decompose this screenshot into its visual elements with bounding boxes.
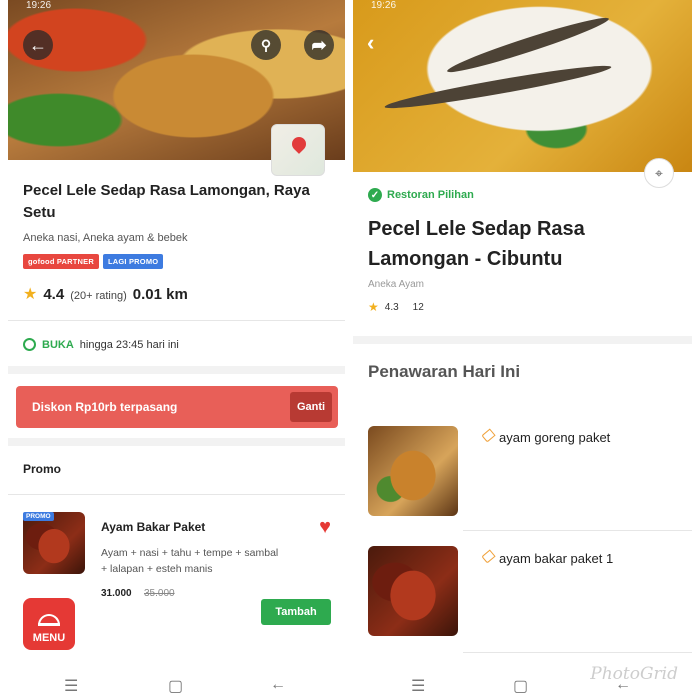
share-button[interactable]: ➦ bbox=[304, 30, 334, 60]
status-bar-time: 19:26 bbox=[26, 0, 52, 11]
screenshot-collage: 19:26 ← ⚲ ➦ Pecel Lele Sedap Rasa Lamong… bbox=[0, 0, 700, 700]
open-hours: hingga 23:45 hari ini bbox=[79, 338, 179, 351]
offer-item-name[interactable]: ayam goreng paket bbox=[499, 430, 610, 445]
badge-row: gofood PARTNER LAGI PROMO bbox=[23, 254, 164, 269]
discount-text: Diskon Rp10rb terpasang bbox=[32, 400, 178, 414]
rating-row: ★ 4.4 (20+ rating) 0.01 km bbox=[23, 284, 188, 304]
item-old-price: 35.000 bbox=[144, 588, 175, 599]
star-icon: ★ bbox=[23, 286, 38, 303]
back-chevron-icon[interactable]: ‹ bbox=[367, 30, 374, 56]
offer-item-name[interactable]: ayam bakar paket 1 bbox=[499, 551, 613, 566]
item-price: 31.000 bbox=[101, 588, 132, 599]
map-thumbnail[interactable] bbox=[271, 124, 325, 176]
back-nav-icon[interactable]: ← bbox=[270, 676, 286, 694]
recent-apps-icon[interactable]: ☰ bbox=[411, 676, 425, 696]
opening-hours-row: BUKA hingga 23:45 hari ini bbox=[23, 338, 179, 351]
section-divider bbox=[8, 366, 345, 374]
offers-section-title: Penawaran Hari Ini bbox=[368, 362, 521, 381]
promo-section-title: Promo bbox=[23, 462, 62, 476]
ayam-bakar-image[interactable] bbox=[368, 546, 458, 636]
rating-value: 4.3 bbox=[384, 301, 399, 313]
promo-badge: LAGI PROMO bbox=[102, 254, 164, 269]
ayam-bakar-image[interactable]: PROMO bbox=[23, 512, 85, 574]
chosen-label: Restoran Pilihan bbox=[387, 189, 474, 201]
photogrid-watermark: PhotoGrid bbox=[590, 664, 678, 684]
gofood-restaurant-screen: 19:26 ← ⚲ ➦ Pecel Lele Sedap Rasa Lamong… bbox=[8, 0, 345, 700]
share-icon: ➦ bbox=[311, 34, 327, 55]
clock-icon bbox=[23, 338, 36, 351]
distance: 0.01 km bbox=[132, 286, 188, 303]
restaurant-title: Pecel Lele Sedap Rasa Lamongan - Cibuntu bbox=[368, 218, 585, 270]
divider bbox=[463, 530, 692, 531]
heart-icon[interactable]: ♥ bbox=[319, 517, 331, 537]
discount-banner: Diskon Rp10rb terpasang Ganti bbox=[16, 386, 338, 428]
status-bar-time: 19:26 bbox=[371, 0, 397, 11]
restaurant-hero-image bbox=[353, 0, 692, 172]
menu-button[interactable]: MENU bbox=[23, 598, 75, 650]
gofood-partner-badge: gofood PARTNER bbox=[23, 254, 99, 269]
grabfood-restaurant-screen: 19:26 ‹ ⌖ ✓ Restoran Pilihan Pecel Lele … bbox=[353, 0, 692, 700]
tag-icon bbox=[481, 428, 496, 443]
android-nav-bar: ☰ ▢ ← bbox=[8, 668, 345, 700]
divider bbox=[8, 494, 345, 495]
item-name[interactable]: Ayam Bakar Paket bbox=[101, 520, 205, 534]
section-divider bbox=[353, 336, 692, 344]
cloche-icon bbox=[38, 614, 60, 626]
item-description: Ayam + nasi + tahu + tempe + sambal + la… bbox=[101, 547, 279, 575]
back-arrow-icon: ← bbox=[29, 34, 47, 55]
rating-count: (20+ rating) bbox=[70, 290, 127, 302]
divider bbox=[463, 652, 692, 653]
section-divider bbox=[8, 438, 345, 446]
chosen-restaurant-row: ✓ Restoran Pilihan bbox=[368, 188, 474, 202]
divider bbox=[8, 320, 345, 321]
search-icon: ⚲ bbox=[260, 36, 272, 53]
open-status: BUKA bbox=[42, 338, 74, 351]
rating-value: 4.4 bbox=[43, 286, 65, 303]
fish-shape bbox=[383, 60, 613, 114]
add-item-button[interactable]: Tambah bbox=[261, 599, 331, 625]
restaurant-cuisine: Aneka Ayam bbox=[368, 279, 424, 290]
location-pin-icon: ⌖ bbox=[655, 164, 663, 181]
map-pin-icon bbox=[289, 134, 309, 154]
rating-row: ★ 4.3 12 bbox=[368, 300, 424, 314]
star-icon: ★ bbox=[368, 300, 379, 314]
change-discount-button[interactable]: Ganti bbox=[290, 392, 332, 422]
home-icon[interactable]: ▢ bbox=[168, 676, 183, 696]
item-promo-tag: PROMO bbox=[23, 512, 54, 521]
location-button[interactable]: ⌖ bbox=[644, 158, 674, 188]
restaurant-cuisine: Aneka nasi, Aneka ayam & bebek bbox=[23, 232, 188, 244]
back-button[interactable]: ← bbox=[23, 30, 53, 60]
tag-icon bbox=[481, 549, 496, 564]
search-button[interactable]: ⚲ bbox=[251, 30, 281, 60]
recent-apps-icon[interactable]: ☰ bbox=[64, 676, 78, 696]
ayam-goreng-image[interactable] bbox=[368, 426, 458, 516]
menu-button-label: MENU bbox=[32, 632, 66, 644]
restaurant-title: Pecel Lele Sedap Rasa Lamongan, Raya Set… bbox=[23, 182, 310, 221]
rating-count: 12 bbox=[412, 301, 424, 313]
check-badge-icon: ✓ bbox=[368, 188, 382, 202]
home-icon[interactable]: ▢ bbox=[513, 676, 528, 696]
